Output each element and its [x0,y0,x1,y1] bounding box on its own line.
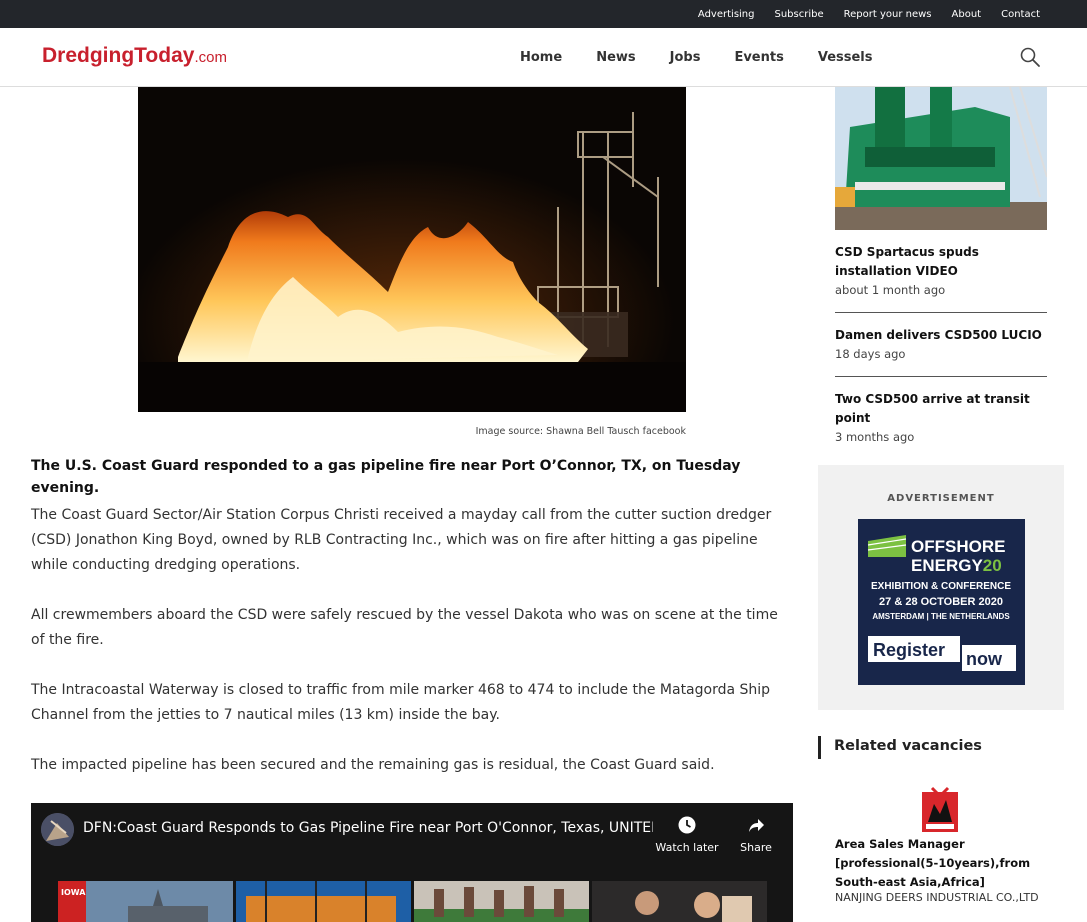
subscribe-link[interactable]: Subscribe [775,9,824,20]
search-icon[interactable] [1019,46,1041,68]
clock-icon [678,816,696,834]
ad-line2-num: 20 [983,556,1002,575]
ad-line4: 27 & 28 OCTOBER 2020 [879,596,1003,608]
nav-home[interactable]: Home [503,50,579,65]
main-nav: Home News Jobs Events Vessels [503,28,890,86]
video-thumbnails: IOWA [58,881,770,922]
nav-events[interactable]: Events [717,50,800,65]
nav-jobs[interactable]: Jobs [653,50,718,65]
contact-link[interactable]: Contact [1001,9,1040,20]
sidebar-news-item[interactable]: Damen delivers CSD500 LUCIO 18 days ago [835,326,1047,364]
job-title-link[interactable]: Area Sales Manager [professional(5-10yea… [835,835,1055,892]
video-thumbnail[interactable] [414,881,589,922]
ad-cta1: Register [873,640,945,660]
article-paragraph-2: All crewmembers aboard the CSD were safe… [31,607,778,648]
video-thumbnail[interactable]: IOWA [58,881,233,922]
video-title[interactable]: DFN:Coast Guard Responds to Gas Pipeline… [83,820,653,836]
sidebar-news-title[interactable]: Damen delivers CSD500 LUCIO [835,326,1047,345]
nav-vessels[interactable]: Vessels [801,50,890,65]
sidebar-news-title[interactable]: Two CSD500 arrive at transit point [835,390,1047,428]
sidebar-news-item[interactable]: CSD Spartacus spuds installation VIDEO a… [835,243,1047,300]
ad-line5: AMSTERDAM | THE NETHERLANDS [872,612,1010,621]
sidebar-news-date: about 1 month ago [835,283,946,297]
article-paragraph-4: The impacted pipeline has been secured a… [31,757,715,773]
ad-cta2: now [966,649,1003,669]
logo-suffix-text: .com [194,49,227,66]
report-news-link[interactable]: Report your news [844,9,932,20]
top-utility-bar: Advertising Subscribe Report your news A… [0,0,1087,28]
ad-line2: ENERGY20 [911,556,1002,575]
sidebar-news-image[interactable] [835,87,1047,230]
video-thumbnail[interactable] [592,881,767,922]
job-company: NANJING DEERS INDUSTRIAL CO.,LTD [835,891,1039,904]
article-paragraph-3: The Intracoastal Waterway is closed to t… [31,682,771,723]
related-vacancies-accent-bar [818,736,821,759]
watch-later-button[interactable]: Watch later [655,815,719,854]
article-hero-image [138,87,686,412]
advertisement-label: ADVERTISEMENT [887,493,995,504]
article-lead: The U.S. Coast Guard responded to a gas … [31,458,741,496]
sidebar-divider [835,376,1047,377]
advertisement-box: ADVERTISEMENT OFFSHORE ENERGY20 EXHIBITI… [818,465,1064,710]
sidebar-news-title[interactable]: CSD Spartacus spuds installation VIDEO [835,243,1047,281]
sidebar-news-item[interactable]: Two CSD500 arrive at transit point 3 mon… [835,390,1047,447]
watch-later-label: Watch later [655,841,719,854]
video-embed[interactable]: DFN:Coast Guard Responds to Gas Pipeline… [31,803,793,922]
share-arrow-icon [749,819,764,832]
channel-avatar[interactable] [41,813,74,846]
iowa-thumb-label: IOWA [61,888,86,897]
advertising-link[interactable]: Advertising [698,9,755,20]
share-label: Share [740,841,772,854]
offshore-energy-ad-banner[interactable]: OFFSHORE ENERGY20 EXHIBITION & CONFERENC… [858,519,1025,685]
article-paragraph-1: The Coast Guard Sector/Air Station Corpu… [31,507,772,573]
site-logo[interactable]: DredgingToday.com [42,44,227,68]
logo-main-text: DredgingToday [42,44,195,67]
about-link[interactable]: About [952,9,982,20]
ad-line2-text: ENERGY [911,556,983,575]
video-thumbnail[interactable] [236,881,411,922]
company-logo[interactable] [920,782,960,834]
image-caption: Image source: Shawna Bell Tausch faceboo… [475,426,686,437]
utility-links: Advertising Subscribe Report your news A… [678,0,1040,28]
sidebar-news-date: 18 days ago [835,347,906,361]
site-header: DredgingToday.com Home News Jobs Events … [0,28,1087,87]
nav-news[interactable]: News [579,50,652,65]
ad-line3: EXHIBITION & CONFERENCE [871,581,1011,592]
related-vacancies-title: Related vacancies [834,738,982,754]
share-button[interactable]: Share [724,815,788,854]
sidebar-divider [835,312,1047,313]
ad-line1: OFFSHORE [911,537,1005,556]
sidebar-news-date: 3 months ago [835,430,915,444]
